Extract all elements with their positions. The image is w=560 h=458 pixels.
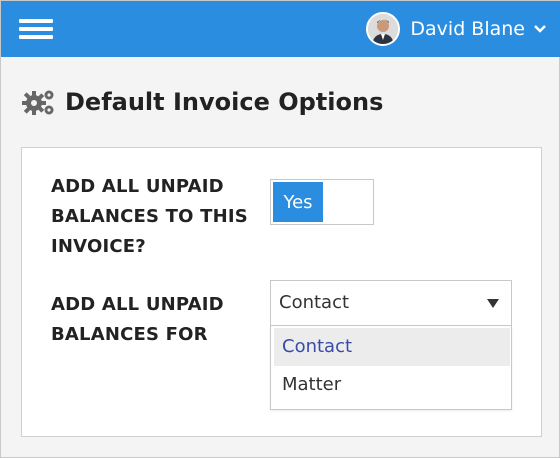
add-unpaid-balances-label: ADD ALL UNPAID BALANCES TO THIS INVOICE?: [51, 176, 248, 257]
page-header: Default Invoice Options: [21, 85, 383, 119]
select-current-value: Contact: [279, 292, 350, 313]
top-navigation-bar: David Blane: [1, 1, 560, 57]
hamburger-menu-icon[interactable]: [19, 19, 55, 41]
gears-icon: [22, 90, 54, 115]
user-menu[interactable]: David Blane: [366, 11, 547, 47]
invoice-options-panel: ADD ALL UNPAID BALANCES TO THIS INVOICE?…: [21, 147, 542, 437]
app-window: David Blane Default Invoice Options ADD …: [0, 0, 560, 458]
chevron-down-icon: [534, 25, 546, 33]
page-title: Default Invoice Options: [65, 88, 384, 116]
user-name: David Blane: [410, 18, 525, 40]
add-unpaid-toggle[interactable]: Yes: [270, 179, 374, 225]
option-contact[interactable]: Contact: [274, 328, 510, 366]
balances-for-select[interactable]: Contact: [270, 280, 512, 326]
option-matter[interactable]: Matter: [274, 366, 510, 404]
dropdown-arrow-icon: [487, 299, 499, 308]
add-unpaid-for-label: ADD ALL UNPAID BALANCES FOR: [51, 294, 224, 345]
toggle-yes-state: Yes: [273, 182, 323, 222]
balances-for-dropdown: Contact Matter: [270, 326, 512, 410]
avatar: [366, 12, 401, 46]
